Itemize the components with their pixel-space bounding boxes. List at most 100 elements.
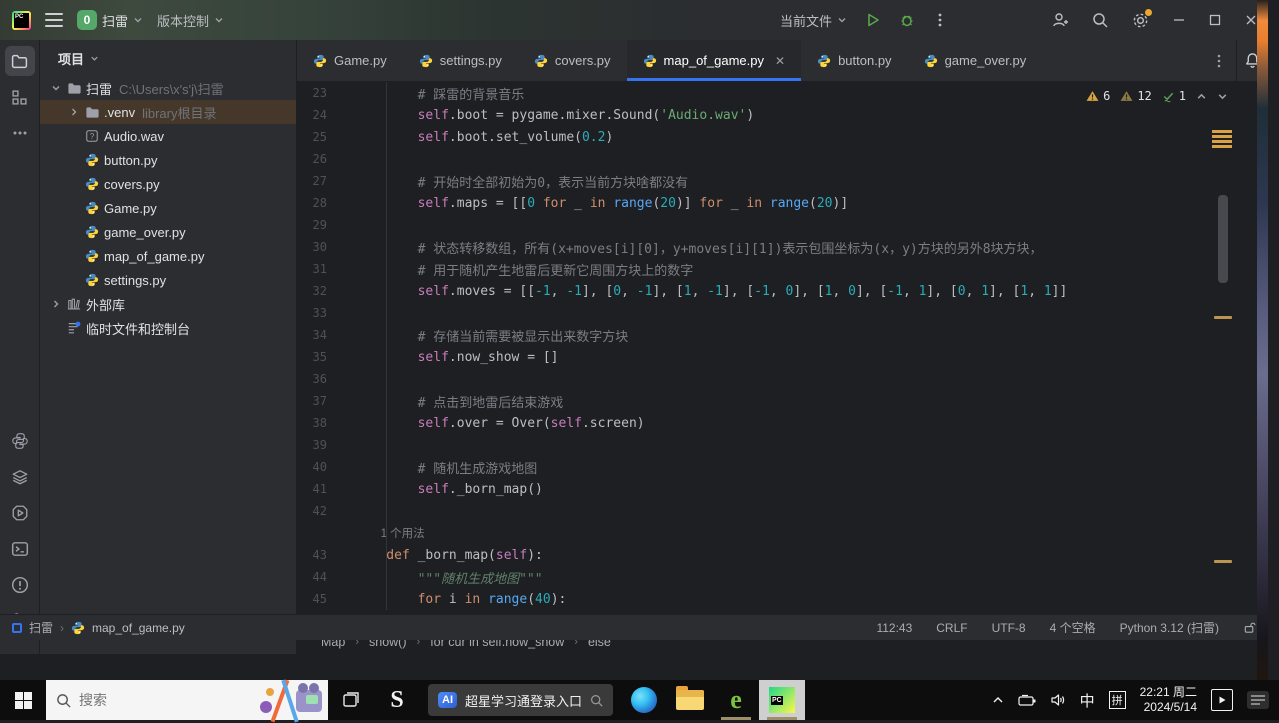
project-widget[interactable]: 0 扫雷	[77, 10, 143, 30]
file-explorer-taskbar-icon[interactable]	[667, 680, 713, 720]
status-item[interactable]: 112:43	[876, 621, 912, 635]
media-widget-icon[interactable]	[1211, 689, 1233, 711]
tab-map_of_game.py[interactable]: map_of_game.py✕	[627, 40, 802, 81]
code-line-44[interactable]: 44"""随机生成地图"""	[297, 566, 1268, 588]
task-view-button[interactable]	[328, 680, 374, 720]
project-tool-icon[interactable]	[5, 46, 35, 76]
line-number[interactable]: 24	[297, 108, 327, 122]
line-number[interactable]: 23	[297, 86, 327, 100]
code-line-37[interactable]: 37# 点击到地雷后结束游戏	[297, 390, 1268, 412]
line-number[interactable]: 28	[297, 196, 327, 210]
python-packages-tool-icon[interactable]	[5, 462, 35, 492]
ime-language[interactable]: 中	[1080, 690, 1095, 711]
problems-tool-icon[interactable]	[5, 570, 35, 600]
line-number[interactable]: 42	[297, 504, 327, 518]
code-line-26[interactable]: 26	[297, 148, 1268, 170]
more-actions-icon[interactable]	[933, 12, 947, 28]
python-console-tool-icon[interactable]	[5, 426, 35, 456]
prev-problem-chevron-icon[interactable]	[1196, 91, 1207, 102]
start-button[interactable]	[0, 680, 46, 720]
volume-icon[interactable]	[1050, 693, 1066, 707]
main-menu-icon[interactable]	[45, 13, 63, 27]
code-line-38[interactable]: 38self.over = Over(self.screen)	[297, 412, 1268, 434]
line-number[interactable]: 27	[297, 174, 327, 188]
line-number[interactable]: 40	[297, 460, 327, 474]
browser-e-taskbar-icon[interactable]: e	[713, 680, 759, 720]
line-number[interactable]: 41	[297, 482, 327, 496]
code-line-25[interactable]: 25self.boot.set_volume(0.2)	[297, 126, 1268, 148]
chevron-right-icon[interactable]	[66, 107, 82, 117]
taskbar-clock[interactable]: 22:21 周二 2024/5/14	[1140, 685, 1197, 715]
maximize-button[interactable]	[1208, 13, 1222, 27]
code-line-30[interactable]: 30# 状态转移数组，所有(x+moves[i][0]，y+moves[i][1…	[297, 236, 1268, 258]
tab-covers.py[interactable]: covers.py	[518, 40, 627, 81]
s-app-button[interactable]: S	[374, 680, 420, 720]
status-item[interactable]: CRLF	[936, 621, 967, 635]
code-editor[interactable]: 23# 踩雷的背景音乐24self.boot = pygame.mixer.So…	[297, 82, 1268, 630]
tree-item-扫雷[interactable]: 扫雷C:\Users\x's'j\扫雷	[40, 76, 296, 100]
vcs-menu[interactable]: 版本控制	[157, 11, 224, 30]
checks-passed-count[interactable]: 1	[1162, 89, 1186, 103]
edge-taskbar-icon[interactable]	[621, 680, 667, 720]
code-line-27[interactable]: 27# 开始时全部初始为0，表示当前方块啥都没有	[297, 170, 1268, 192]
more-tool-windows-icon[interactable]	[5, 118, 35, 148]
line-number[interactable]: 32	[297, 284, 327, 298]
code-with-me-icon[interactable]	[1051, 11, 1069, 29]
tree-item-Audio.wav[interactable]: ?Audio.wav	[40, 124, 296, 148]
tree-item-game_over.py[interactable]: game_over.py	[40, 220, 296, 244]
code-line-34[interactable]: 34# 存储当前需要被显示出来数字方块	[297, 324, 1268, 346]
line-number[interactable]: 30	[297, 240, 327, 254]
line-number[interactable]: 37	[297, 394, 327, 408]
tab-settings.py[interactable]: settings.py	[403, 40, 518, 81]
project-panel-header[interactable]: 项目	[40, 40, 296, 76]
line-number[interactable]: 29	[297, 218, 327, 232]
status-item[interactable]: Python 3.12 (扫雷)	[1120, 619, 1219, 636]
status-file[interactable]: map_of_game.py	[92, 621, 185, 635]
code-line-31[interactable]: 31# 用于随机产生地雷后更新它周围方块上的数字	[297, 258, 1268, 280]
tray-expand-chevron-icon[interactable]	[992, 694, 1004, 706]
line-number[interactable]: 38	[297, 416, 327, 430]
terminal-tool-icon[interactable]	[5, 534, 35, 564]
unlock-icon[interactable]	[1243, 621, 1256, 634]
next-problem-chevron-icon[interactable]	[1217, 91, 1228, 102]
warning-stripe-marks[interactable]	[1212, 130, 1232, 150]
tab-game_over.py[interactable]: game_over.py	[908, 40, 1043, 81]
settings-gear-icon[interactable]	[1131, 11, 1150, 30]
code-line-40[interactable]: 40# 随机生成游戏地图	[297, 456, 1268, 478]
line-number[interactable]: 25	[297, 130, 327, 144]
tree-item-.venv[interactable]: .venvlibrary根目录	[40, 100, 296, 124]
code-line-43[interactable]: 43def _born_map(self):	[297, 544, 1268, 566]
line-number[interactable]: 43	[297, 548, 327, 562]
code-line-24[interactable]: 24self.boot = pygame.mixer.Sound('Audio.…	[297, 104, 1268, 126]
battery-icon[interactable]	[1018, 694, 1036, 707]
tree-item-settings.py[interactable]: settings.py	[40, 268, 296, 292]
line-number[interactable]: 35	[297, 350, 327, 364]
tab-Game.py[interactable]: Game.py	[297, 40, 403, 81]
taskbar-search-box[interactable]	[46, 680, 328, 720]
line-number[interactable]: 33	[297, 306, 327, 320]
warnings-count[interactable]: 6	[1086, 89, 1110, 103]
chevron-right-icon[interactable]	[48, 299, 64, 309]
status-item[interactable]: UTF-8	[992, 621, 1026, 635]
pycharm-taskbar-icon[interactable]: PC	[759, 680, 805, 720]
line-number[interactable]: 34	[297, 328, 327, 342]
tree-item-button.py[interactable]: button.py	[40, 148, 296, 172]
code-line-36[interactable]: 36	[297, 368, 1268, 390]
line-number[interactable]: 44	[297, 570, 327, 584]
line-number[interactable]: 45	[297, 592, 327, 606]
code-line-32[interactable]: 32self.moves = [[-1, -1], [0, -1], [1, -…	[297, 280, 1268, 302]
code-line-29[interactable]: 29	[297, 214, 1268, 236]
status-item[interactable]: 4 个空格	[1050, 619, 1096, 636]
line-number[interactable]: 26	[297, 152, 327, 166]
usages-inlay-hint[interactable]: 1 个用法	[297, 522, 1268, 544]
ime-mode[interactable]: 拼	[1109, 691, 1126, 709]
services-tool-icon[interactable]	[5, 498, 35, 528]
code-line-39[interactable]: 39	[297, 434, 1268, 456]
close-button[interactable]	[1244, 13, 1258, 27]
code-line-35[interactable]: 35self.now_show = []	[297, 346, 1268, 368]
code-line-41[interactable]: 41self._born_map()	[297, 478, 1268, 500]
action-center-icon[interactable]	[1247, 691, 1269, 709]
vertical-scrollbar[interactable]	[1218, 195, 1228, 283]
line-number[interactable]: 31	[297, 262, 327, 276]
tree-item-map_of_game.py[interactable]: map_of_game.py	[40, 244, 296, 268]
